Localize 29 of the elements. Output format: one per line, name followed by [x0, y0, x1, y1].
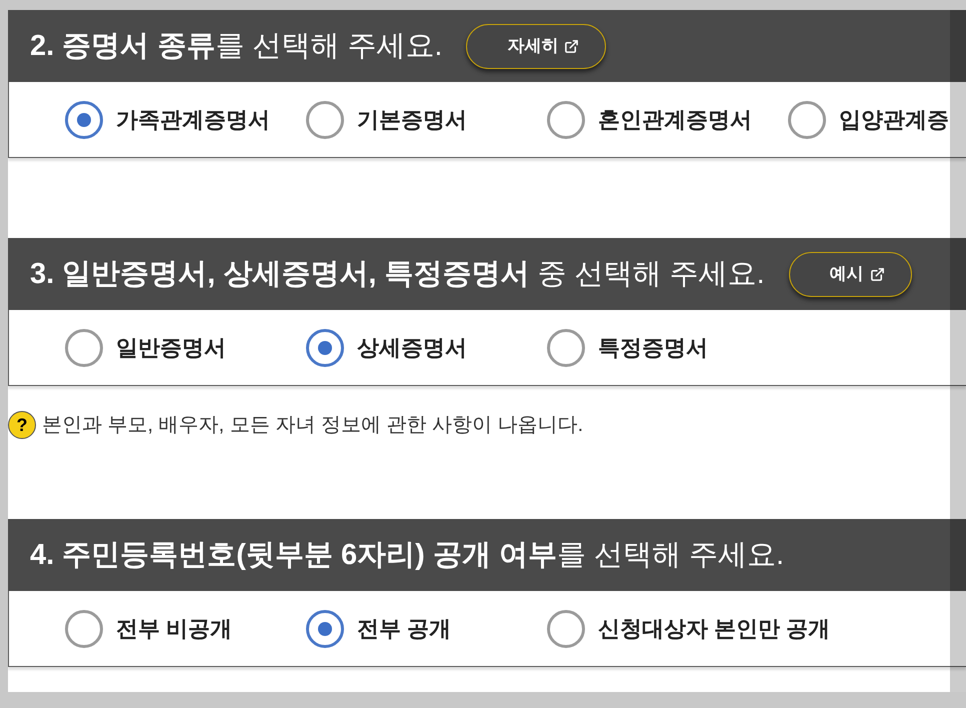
section-title: 3. 일반증명서, 상세증명서, 특정증명서 중 선택해 주세요.: [30, 257, 765, 292]
radio-button[interactable]: [65, 328, 103, 366]
radio-button[interactable]: [547, 610, 585, 648]
option-label[interactable]: 가족관계증명서: [116, 104, 270, 134]
section-title: 2. 증명서 종류를 선택해 주세요.: [30, 29, 442, 64]
radio-button[interactable]: [65, 100, 103, 138]
option-label[interactable]: 혼인관계증명서: [598, 104, 752, 134]
option-label[interactable]: 입양관계증: [839, 104, 949, 134]
option-label[interactable]: 기본증명서: [357, 104, 467, 134]
radio-button[interactable]: [547, 328, 585, 366]
option-label[interactable]: 일반증명서: [116, 332, 226, 362]
radio-button[interactable]: [547, 100, 585, 138]
option-label[interactable]: 전부 공개: [357, 614, 452, 644]
external-link-icon: [564, 38, 580, 54]
radio-button[interactable]: [306, 610, 344, 648]
radio-button[interactable]: [65, 610, 103, 648]
help-text: 본인과 부모, 배우자, 모든 자녀 정보에 관한 사항이 나옵니다.: [42, 413, 584, 438]
link-button[interactable]: 예시: [788, 252, 912, 296]
option-label[interactable]: 신청대상자 본인만 공개: [598, 614, 830, 644]
radio-button[interactable]: [306, 328, 344, 366]
option-label[interactable]: 전부 비공개: [116, 614, 232, 644]
radio-button[interactable]: [788, 100, 826, 138]
external-link-icon: [870, 266, 885, 282]
section-title: 4. 주민등록번호(뒷부분 6자리) 공개 여부를 선택해 주세요.: [30, 538, 784, 573]
option-label[interactable]: 상세증명서: [357, 332, 467, 362]
option-label[interactable]: 특정증명서: [598, 332, 708, 362]
radio-button[interactable]: [306, 100, 344, 138]
link-button[interactable]: 자세히: [466, 24, 606, 68]
question-mark-icon: ?: [8, 411, 36, 439]
